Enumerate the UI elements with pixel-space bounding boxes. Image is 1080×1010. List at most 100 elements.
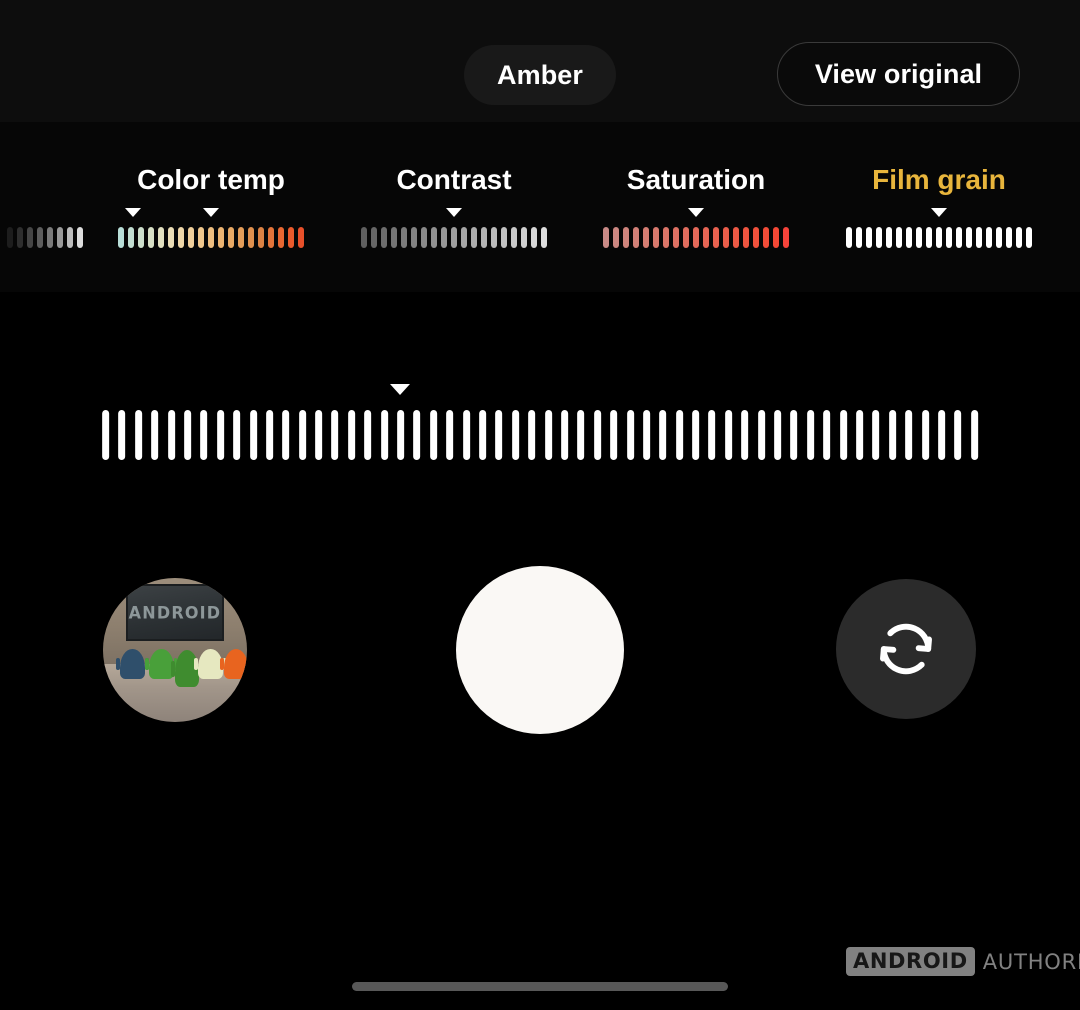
slider-tick bbox=[266, 410, 274, 460]
adjustment-film-grain[interactable]: Film grain bbox=[846, 122, 1032, 292]
tick bbox=[693, 226, 699, 248]
tick bbox=[511, 226, 517, 248]
adjustment-caret-icon bbox=[203, 208, 219, 217]
tick bbox=[1006, 226, 1012, 248]
tick bbox=[57, 226, 63, 248]
adjustment-strip[interactable]: Color temp Contrast Saturation Film grain bbox=[0, 122, 1080, 292]
tick bbox=[996, 226, 1002, 248]
tick bbox=[763, 226, 769, 248]
tick bbox=[218, 226, 224, 248]
shutter-button[interactable] bbox=[456, 566, 624, 734]
tick bbox=[27, 226, 33, 248]
slider-tick bbox=[134, 410, 142, 460]
adjustment-label: Film grain bbox=[872, 164, 1006, 195]
tick bbox=[613, 226, 619, 248]
tick bbox=[421, 226, 427, 248]
tick bbox=[381, 226, 387, 248]
tick bbox=[643, 226, 649, 248]
tick bbox=[673, 226, 679, 248]
tick bbox=[623, 226, 629, 248]
tick bbox=[471, 226, 477, 248]
thumbnail-android-sign: ANDROID bbox=[126, 583, 224, 642]
tick bbox=[491, 226, 497, 248]
slider-tick bbox=[216, 410, 224, 460]
slider-tick bbox=[167, 410, 175, 460]
adjustment-color-temp[interactable]: Color temp bbox=[118, 122, 304, 292]
slider-tick bbox=[528, 410, 536, 460]
slider-tick bbox=[413, 410, 421, 460]
slider-tick bbox=[610, 410, 618, 460]
tick bbox=[896, 226, 902, 248]
slider-tick bbox=[102, 410, 110, 460]
tick bbox=[401, 226, 407, 248]
last-photo-thumbnail[interactable]: ANDROID bbox=[103, 578, 247, 722]
tick bbox=[7, 226, 13, 248]
slider-tick bbox=[921, 410, 929, 460]
tick bbox=[856, 226, 862, 248]
camera-flip-icon bbox=[880, 623, 932, 675]
tick bbox=[976, 226, 982, 248]
home-indicator[interactable] bbox=[352, 982, 728, 991]
slider-tick bbox=[675, 410, 683, 460]
thumbnail-image: ANDROID bbox=[103, 578, 247, 722]
slider-tick bbox=[774, 410, 782, 460]
slider-tick bbox=[380, 410, 388, 460]
adjustment-contrast[interactable]: Contrast bbox=[361, 122, 547, 292]
tick bbox=[886, 226, 892, 248]
tick bbox=[906, 226, 912, 248]
slider-tick bbox=[741, 410, 749, 460]
slider-tick bbox=[462, 410, 470, 460]
tick bbox=[956, 226, 962, 248]
tick bbox=[663, 226, 669, 248]
slider-tick bbox=[184, 410, 192, 460]
tick bbox=[148, 226, 154, 248]
slider-tick bbox=[233, 410, 241, 460]
slider-tick bbox=[970, 410, 978, 460]
slider-ticks bbox=[102, 410, 978, 460]
tick bbox=[278, 226, 284, 248]
android-figure bbox=[194, 648, 227, 679]
slider-tick bbox=[561, 410, 569, 460]
active-filter-pill[interactable]: Amber bbox=[464, 45, 616, 105]
tick bbox=[733, 226, 739, 248]
tick bbox=[228, 226, 234, 248]
android-figure bbox=[116, 648, 150, 679]
adjustment-ticks bbox=[118, 226, 304, 248]
slider-tick bbox=[315, 410, 323, 460]
adjustment-saturation[interactable]: Saturation bbox=[603, 122, 789, 292]
tick bbox=[37, 226, 43, 248]
slider-tick bbox=[397, 410, 405, 460]
watermark: ANDROID AUTHORITY bbox=[846, 947, 1080, 976]
flip-camera-button[interactable] bbox=[836, 579, 976, 719]
slider-tick bbox=[856, 410, 864, 460]
tick bbox=[713, 226, 719, 248]
slider-tick bbox=[151, 410, 159, 460]
slider-tick bbox=[446, 410, 454, 460]
slider-tick bbox=[938, 410, 946, 460]
tick bbox=[258, 226, 264, 248]
view-original-button[interactable]: View original bbox=[777, 42, 1020, 106]
camera-filter-screen: Amber View original Color temp Contrast Sa… bbox=[0, 0, 1080, 1010]
tick bbox=[451, 226, 457, 248]
tick bbox=[986, 226, 992, 248]
android-figure bbox=[145, 648, 179, 679]
value-slider[interactable] bbox=[0, 372, 1080, 482]
tick bbox=[47, 226, 53, 248]
slider-tick bbox=[823, 410, 831, 460]
tick bbox=[783, 226, 789, 248]
tick bbox=[1026, 226, 1032, 248]
slider-tick bbox=[692, 410, 700, 460]
tick bbox=[876, 226, 882, 248]
tick bbox=[17, 226, 23, 248]
tick bbox=[238, 226, 244, 248]
tick bbox=[118, 226, 124, 248]
thumbnail-sign-text: ANDROID bbox=[128, 602, 222, 623]
tick bbox=[916, 226, 922, 248]
tick bbox=[158, 226, 164, 248]
slider-tick bbox=[298, 410, 306, 460]
tick bbox=[773, 226, 779, 248]
tick bbox=[288, 226, 294, 248]
slider-tick bbox=[282, 410, 290, 460]
tick bbox=[67, 226, 73, 248]
tick bbox=[846, 226, 852, 248]
